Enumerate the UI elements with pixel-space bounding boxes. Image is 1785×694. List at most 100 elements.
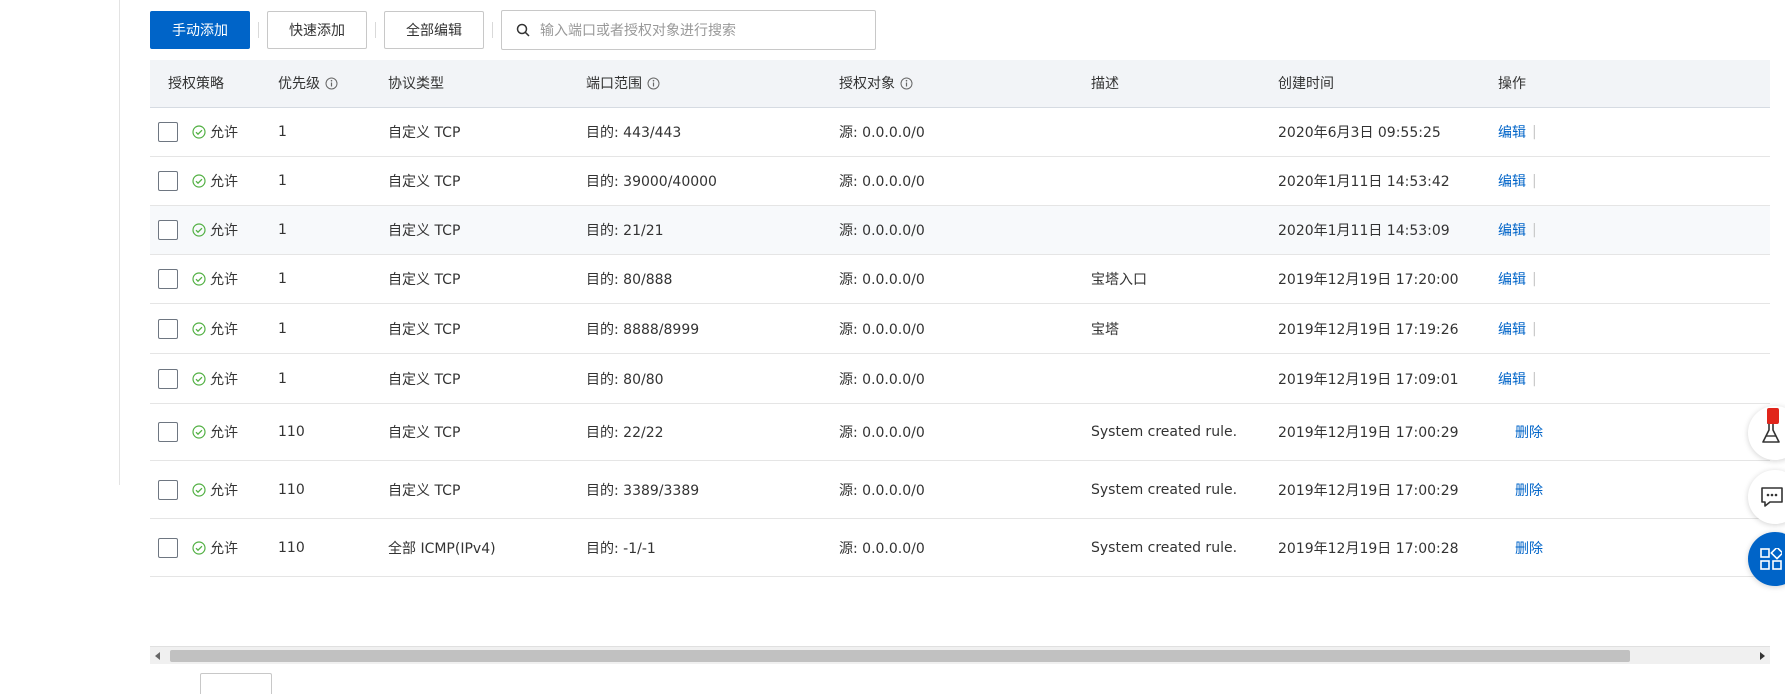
row-checkbox[interactable] bbox=[158, 171, 178, 191]
row-checkbox[interactable] bbox=[158, 422, 178, 442]
check-circle-icon bbox=[192, 174, 206, 188]
edit-link[interactable]: 编辑 bbox=[1498, 319, 1526, 339]
scrollbar-thumb[interactable] bbox=[170, 650, 1630, 662]
scroll-right-arrow-icon[interactable] bbox=[1754, 647, 1770, 665]
policy-label: 允许 bbox=[210, 174, 238, 190]
horizontal-scrollbar[interactable] bbox=[150, 646, 1770, 664]
cell-priority: 1 bbox=[278, 320, 287, 337]
security-rules-table: 授权策略 优先级 协议类型 端口范围 授权对象 描述 创建时间 操作 允许 1 自定… bbox=[150, 60, 1770, 660]
policy-label: 允许 bbox=[210, 223, 238, 239]
header-created-at: 创建时间 bbox=[1278, 76, 1334, 92]
quick-add-button[interactable]: 快速添加 bbox=[267, 11, 367, 49]
cell-actions: 删除 bbox=[1515, 461, 1543, 518]
cell-auth-object: 源: 0.0.0.0/0 bbox=[839, 272, 925, 288]
cell-actions: 编辑 | bbox=[1498, 354, 1543, 403]
edit-link[interactable]: 编辑 bbox=[1498, 369, 1526, 389]
cell-protocol: 自定义 TCP bbox=[388, 125, 461, 141]
cell-port-range: 目的: 80/80 bbox=[586, 371, 664, 388]
cell-actions: 编辑 | bbox=[1498, 108, 1543, 156]
cell-created-at: 2020年6月3日 09:55:25 bbox=[1278, 125, 1441, 141]
policy-label: 允许 bbox=[210, 540, 238, 557]
cell-auth-object: 源: 0.0.0.0/0 bbox=[839, 125, 925, 141]
cell-created-at: 2019年12月19日 17:00:29 bbox=[1278, 482, 1459, 499]
row-checkbox[interactable] bbox=[158, 479, 178, 500]
row-checkbox[interactable] bbox=[158, 220, 178, 240]
cell-protocol: 自定义 TCP bbox=[388, 371, 461, 388]
cell-protocol: 自定义 TCP bbox=[388, 482, 461, 499]
check-circle-icon bbox=[192, 425, 206, 439]
header-protocol: 协议类型 bbox=[388, 76, 444, 92]
cell-actions: 删除 bbox=[1515, 404, 1543, 460]
cell-created-at: 2019年12月19日 17:00:29 bbox=[1278, 425, 1459, 441]
action-separator: | bbox=[1532, 320, 1537, 337]
edit-all-button[interactable]: 全部编辑 bbox=[384, 11, 484, 49]
cell-policy: 允许 bbox=[192, 206, 238, 254]
cell-actions: 编辑 | bbox=[1498, 206, 1543, 254]
cell-port-range: 目的: 21/21 bbox=[586, 223, 664, 239]
table-row: 允许 110 全部 ICMP(IPv4) 目的: -1/-1 源: 0.0.0.0/0 S… bbox=[150, 519, 1770, 577]
delete-link[interactable]: 删除 bbox=[1515, 422, 1543, 442]
cell-policy: 允许 bbox=[192, 461, 238, 518]
cell-policy: 允许 bbox=[192, 404, 238, 460]
check-circle-icon bbox=[192, 540, 206, 555]
toolbar-separator bbox=[258, 22, 259, 38]
policy-label: 允许 bbox=[210, 125, 238, 141]
cell-protocol: 自定义 TCP bbox=[388, 425, 461, 441]
cell-auth-object: 源: 0.0.0.0/0 bbox=[839, 540, 925, 557]
edit-link[interactable]: 编辑 bbox=[1498, 269, 1526, 289]
cell-priority: 110 bbox=[278, 539, 305, 556]
cell-actions: 编辑 | bbox=[1498, 304, 1543, 353]
grid-icon bbox=[1760, 548, 1782, 570]
cell-priority: 1 bbox=[278, 370, 287, 387]
cell-created-at: 2019年12月19日 17:19:26 bbox=[1278, 321, 1459, 338]
edit-link[interactable]: 编辑 bbox=[1498, 171, 1526, 191]
delete-link[interactable]: 删除 bbox=[1515, 538, 1543, 558]
row-checkbox[interactable] bbox=[158, 537, 178, 558]
row-checkbox[interactable] bbox=[158, 368, 178, 389]
search-icon bbox=[516, 23, 530, 37]
toolbar: 手动添加 快速添加 全部编辑 输入端口或者授权对象进行搜索 bbox=[150, 10, 876, 50]
cell-policy: 允许 bbox=[192, 157, 238, 205]
cell-protocol: 自定义 TCP bbox=[388, 174, 461, 190]
cell-policy: 允许 bbox=[192, 108, 238, 156]
cell-port-range: 目的: 3389/3389 bbox=[586, 482, 700, 499]
action-separator: | bbox=[1532, 173, 1537, 189]
policy-label: 允许 bbox=[210, 425, 238, 441]
policy-label: 允许 bbox=[210, 321, 238, 338]
info-icon[interactable] bbox=[900, 77, 913, 90]
cell-actions: 删除 bbox=[1515, 519, 1543, 576]
check-circle-icon bbox=[192, 223, 206, 237]
scroll-left-arrow-icon[interactable] bbox=[150, 647, 166, 665]
cell-auth-object: 源: 0.0.0.0/0 bbox=[839, 425, 925, 441]
policy-label: 允许 bbox=[210, 482, 238, 499]
table-row: 允许 1 自定义 TCP 目的: 21/21 源: 0.0.0.0/0 2020年1月11… bbox=[150, 206, 1770, 255]
table-row: 允许 1 自定义 TCP 目的: 8888/8999 源: 0.0.0.0/0 宝塔 201… bbox=[150, 304, 1770, 354]
cell-priority: 1 bbox=[278, 173, 287, 189]
check-circle-icon bbox=[192, 272, 206, 286]
row-checkbox[interactable] bbox=[158, 318, 178, 339]
search-input[interactable]: 输入端口或者授权对象进行搜索 bbox=[501, 10, 876, 50]
page-size-selector[interactable] bbox=[200, 673, 272, 694]
row-checkbox[interactable] bbox=[158, 269, 178, 289]
info-icon[interactable] bbox=[647, 77, 660, 90]
edit-link[interactable]: 编辑 bbox=[1498, 220, 1526, 240]
cell-created-at: 2019年12月19日 17:00:28 bbox=[1278, 540, 1459, 557]
table-row: 允许 1 自定义 TCP 目的: 80/80 源: 0.0.0.0/0 2019年12月1… bbox=[150, 354, 1770, 404]
action-separator: | bbox=[1532, 124, 1537, 140]
cell-priority: 110 bbox=[278, 424, 305, 440]
header-port-range: 端口范围 bbox=[586, 60, 660, 108]
manual-add-button[interactable]: 手动添加 bbox=[150, 11, 250, 49]
cell-policy: 允许 bbox=[192, 519, 238, 576]
cell-auth-object: 源: 0.0.0.0/0 bbox=[839, 321, 925, 338]
cell-created-at: 2020年1月11日 14:53:09 bbox=[1278, 223, 1450, 239]
cell-created-at: 2020年1月11日 14:53:42 bbox=[1278, 174, 1450, 190]
edit-link[interactable]: 编辑 bbox=[1498, 122, 1526, 142]
row-checkbox[interactable] bbox=[158, 122, 178, 142]
info-icon[interactable] bbox=[325, 77, 338, 90]
action-separator: | bbox=[1532, 370, 1537, 387]
header-priority: 优先级 bbox=[278, 60, 338, 108]
cell-port-range: 目的: 8888/8999 bbox=[586, 321, 700, 338]
action-separator: | bbox=[1532, 271, 1537, 287]
delete-link[interactable]: 删除 bbox=[1515, 480, 1543, 500]
left-panel-divider bbox=[119, 0, 120, 485]
